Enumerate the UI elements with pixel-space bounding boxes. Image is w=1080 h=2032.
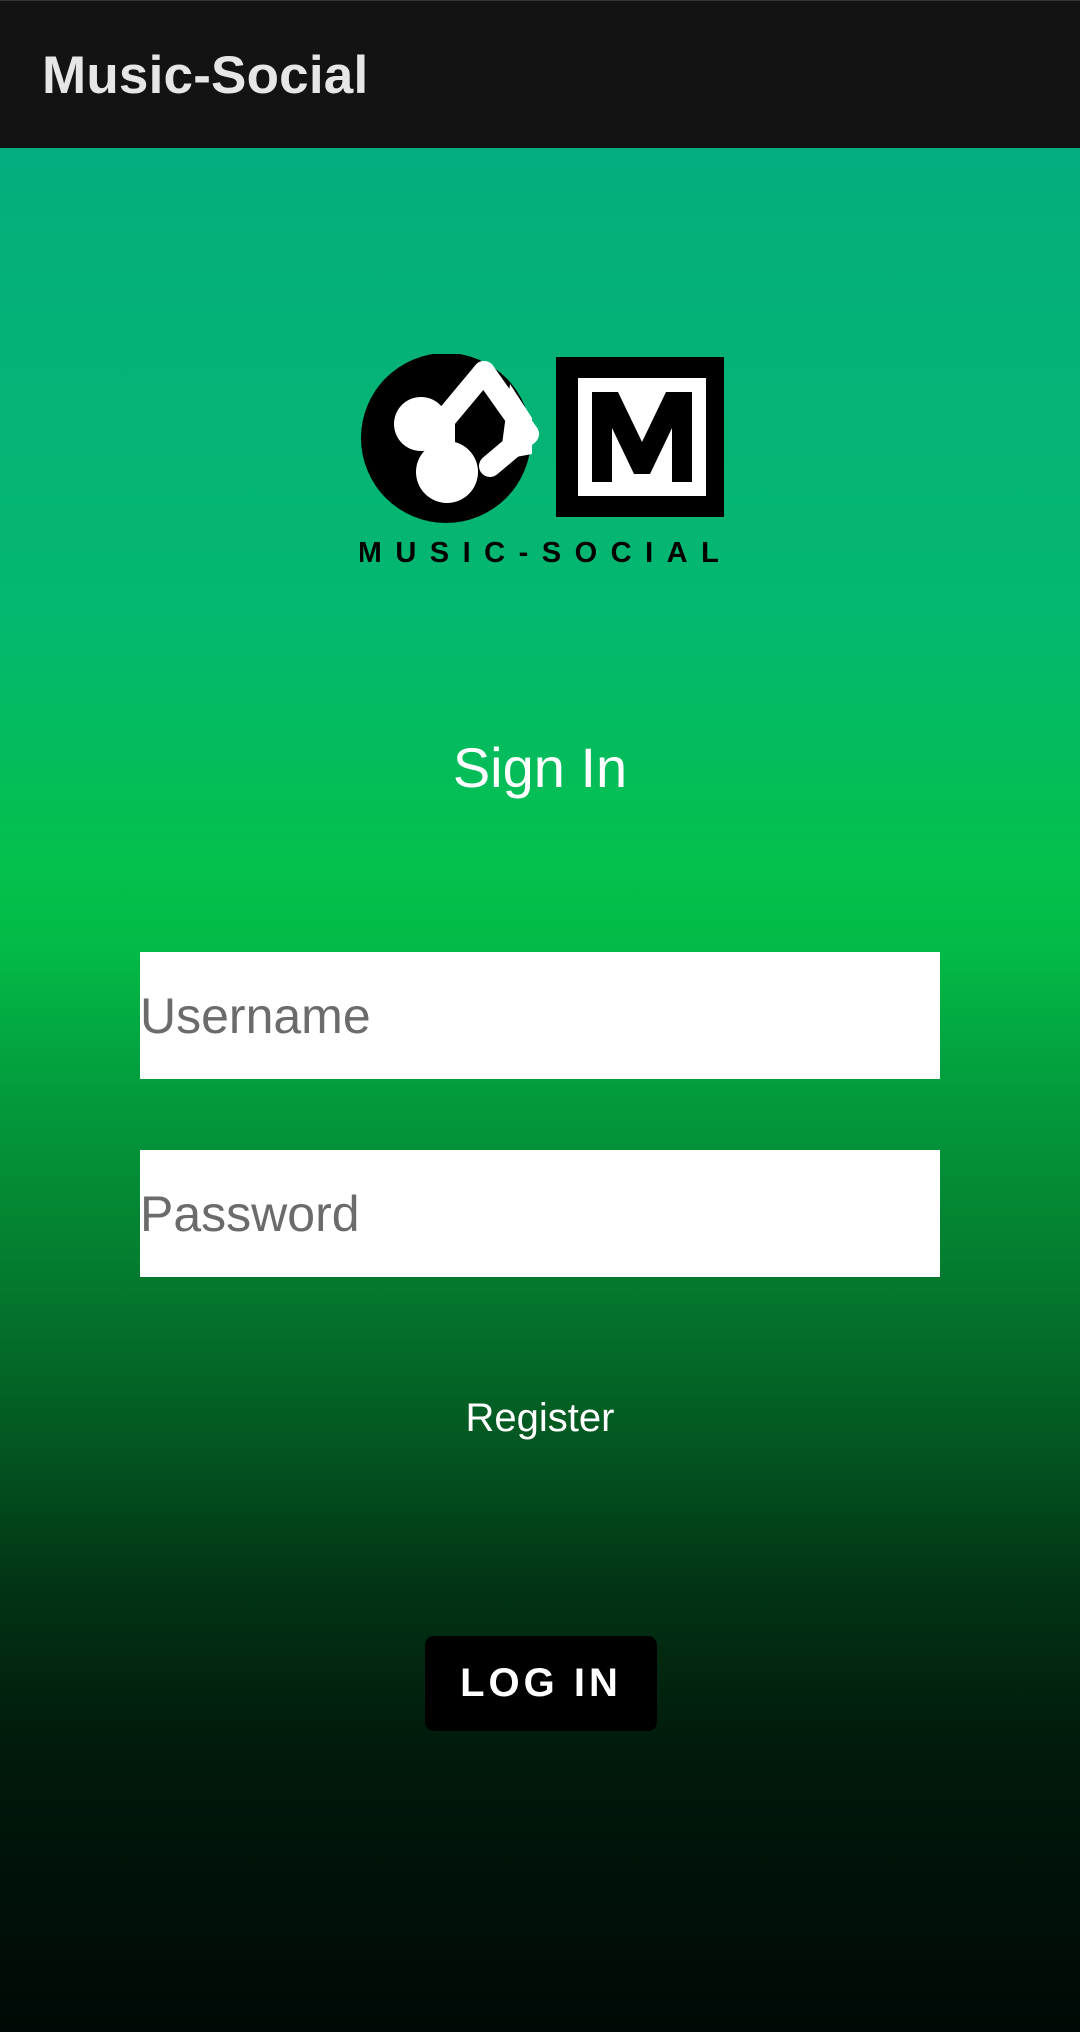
password-field[interactable]	[140, 1150, 940, 1277]
register-link[interactable]: Register	[0, 1396, 1080, 1441]
logo-wordmark: MUSIC-SOCIAL	[360, 537, 726, 566]
app-title: Music-Social	[42, 46, 369, 105]
app-bar: Music-Social	[0, 0, 1080, 148]
music-note-icon	[361, 354, 539, 523]
music-social-logo: MUSIC-SOCIAL	[360, 354, 726, 566]
sign-in-title: Sign In	[452, 736, 628, 799]
login-button[interactable]: LOG IN	[425, 1636, 657, 1731]
m-monogram	[556, 357, 724, 517]
username-field[interactable]	[140, 952, 940, 1079]
